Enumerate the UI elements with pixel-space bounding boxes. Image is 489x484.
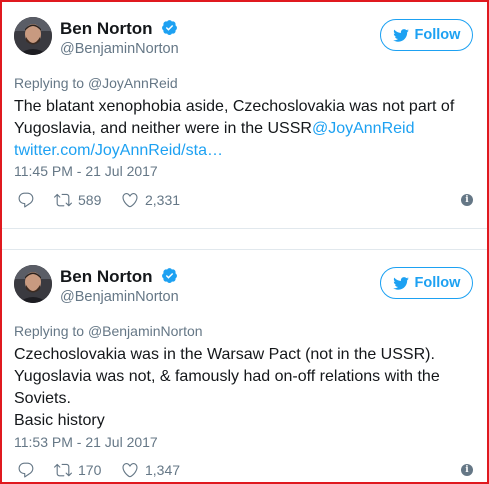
verified-badge-icon: [162, 268, 178, 284]
twitter-bird-icon: [392, 28, 409, 42]
replying-to-link[interactable]: @JoyAnnReid: [88, 75, 178, 91]
reply-icon: [18, 462, 34, 478]
follow-button[interactable]: Follow: [380, 19, 473, 51]
reply-button[interactable]: [17, 191, 35, 209]
display-name-text[interactable]: Ben Norton: [60, 267, 153, 286]
replying-to-link[interactable]: @BenjaminNorton: [88, 323, 203, 339]
retweet-button[interactable]: 170: [54, 461, 101, 479]
tweet-text-line: Basic history: [14, 412, 105, 429]
mention-link[interactable]: @JoyAnnReid: [312, 120, 415, 137]
retweet-count: 170: [78, 462, 102, 478]
handle[interactable]: @BenjaminNorton: [60, 289, 179, 305]
tweet-text-line: Soviets.: [14, 390, 71, 407]
reply-button[interactable]: [17, 461, 35, 479]
tweet-text-line: Czechoslovakia was in the Warsaw Pact (n…: [14, 346, 435, 363]
verified-badge-icon: [162, 20, 178, 36]
replying-prefix: Replying to: [14, 323, 88, 339]
replying-to: Replying to @BenjaminNorton: [14, 323, 203, 339]
reply-icon: [18, 192, 34, 208]
replying-to: Replying to @JoyAnnReid: [14, 75, 178, 91]
retweet-button[interactable]: 589: [54, 191, 101, 209]
tweet-text-line: Yugoslavia, and neither were in the USSR…: [14, 118, 482, 140]
heart-icon: [122, 463, 138, 478]
handle[interactable]: @BenjaminNorton: [60, 41, 179, 57]
like-count: 1,347: [145, 462, 181, 478]
avatar[interactable]: [14, 17, 52, 55]
tweet-actions: 170 1,347 i: [14, 461, 479, 481]
info-icon[interactable]: i: [461, 194, 473, 206]
retweet-icon: [54, 193, 72, 207]
retweet-icon: [54, 463, 72, 477]
display-name[interactable]: Ben Norton: [60, 19, 178, 39]
like-button[interactable]: 1,347: [121, 461, 180, 479]
replying-prefix: Replying to: [14, 75, 88, 91]
follow-label: Follow: [414, 275, 461, 291]
twitter-bird-icon: [392, 276, 409, 290]
timestamp[interactable]: 11:53 PM - 21 Jul 2017: [14, 434, 158, 450]
tweet-text-line: The blatant xenophobia aside, Czechoslov…: [14, 98, 455, 115]
tweet-card: Ben Norton @BenjaminNorton Follow Replyi…: [2, 2, 487, 228]
follow-label: Follow: [414, 27, 461, 43]
tweet-separator: [2, 228, 487, 250]
tweet-actions: 589 2,331 i: [14, 191, 479, 211]
display-name[interactable]: Ben Norton: [60, 267, 178, 287]
display-name-text[interactable]: Ben Norton: [60, 19, 153, 38]
like-count: 2,331: [145, 192, 181, 208]
tweet-card: Ben Norton @BenjaminNorton Follow Replyi…: [2, 250, 487, 482]
tweet-text: The blatant xenophobia aside, Czechoslov…: [14, 96, 482, 162]
follow-button[interactable]: Follow: [380, 267, 473, 299]
tweet-text-line-part: Yugoslavia, and neither were in the USSR: [14, 120, 312, 137]
quoted-tweet-link[interactable]: twitter.com/JoyAnnReid/sta…: [14, 140, 482, 162]
tweet-text: Czechoslovakia was in the Warsaw Pact (n…: [14, 344, 482, 432]
like-button[interactable]: 2,331: [121, 191, 180, 209]
avatar[interactable]: [14, 265, 52, 303]
tweet-text-line: Yugoslavia was not, & famously had on-of…: [14, 368, 440, 385]
retweet-count: 589: [78, 192, 102, 208]
heart-icon: [122, 193, 138, 208]
info-icon[interactable]: i: [461, 464, 473, 476]
timestamp[interactable]: 11:45 PM - 21 Jul 2017: [14, 163, 158, 179]
